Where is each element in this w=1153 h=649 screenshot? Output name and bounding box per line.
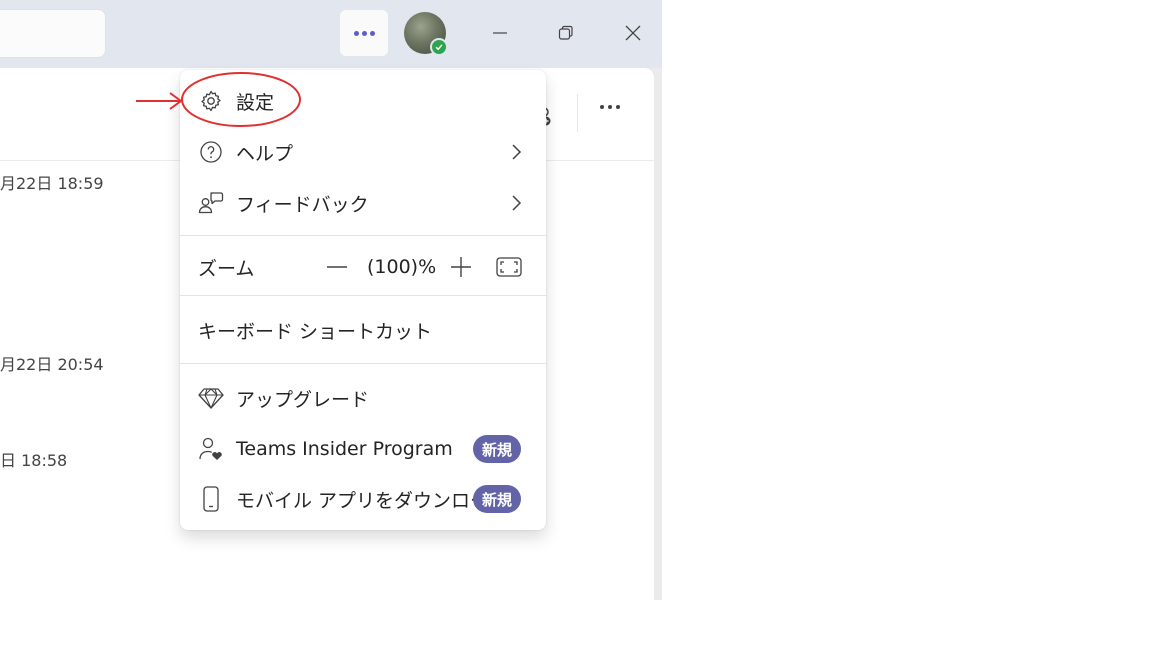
more-options-button[interactable] — [340, 10, 388, 56]
presence-available-icon — [430, 38, 448, 56]
zoom-out-button[interactable] — [324, 254, 350, 280]
menu-item-label: ヘルプ — [236, 142, 294, 165]
menu-item-upgrade[interactable]: アップグレード — [180, 383, 546, 413]
chevron-right-icon — [506, 193, 526, 213]
zoom-level: (100)% — [367, 256, 437, 278]
menu-item-keyboard-shortcuts[interactable]: キーボード ショートカット — [180, 315, 546, 345]
annotation-ellipse — [181, 72, 301, 127]
restore-button[interactable] — [551, 18, 581, 48]
user-avatar[interactable] — [404, 12, 448, 56]
fit-to-screen-icon — [496, 257, 522, 277]
phone-icon — [198, 486, 224, 512]
zoom-row: ズーム (100)% — [180, 252, 546, 282]
close-icon — [625, 25, 641, 41]
header-divider — [577, 94, 578, 132]
menu-item-label: フィードバック — [236, 193, 369, 216]
new-badge: 新規 — [473, 485, 522, 513]
menu-item-label: モバイル アプリをダウンロード — [236, 489, 509, 512]
menu-item-download-mobile-app[interactable]: モバイル アプリをダウンロード 新規 — [180, 484, 546, 514]
plus-icon — [451, 257, 471, 277]
settings-and-more-menu: 設定 ヘルプ フィードバック ズーム (100)% キーボード ショートカット … — [180, 70, 546, 530]
menu-item-label: Teams Insider Program — [236, 438, 453, 460]
menu-divider — [180, 363, 546, 364]
menu-item-teams-insider[interactable]: Teams Insider Program 新規 — [180, 434, 546, 464]
message-timestamp: 月22日 20:54 — [0, 355, 104, 374]
menu-item-label: キーボード ショートカット — [198, 320, 433, 343]
message-timestamp: 日 18:58 — [0, 451, 68, 470]
menu-divider — [180, 295, 546, 296]
title-bar — [0, 0, 662, 68]
annotation-arrow-icon — [136, 92, 183, 110]
help-circle-icon — [198, 139, 224, 165]
zoom-fit-button[interactable] — [495, 254, 523, 280]
zoom-label: ズーム — [198, 257, 255, 280]
menu-item-feedback[interactable]: フィードバック — [180, 188, 546, 218]
teams-window: 月22日 18:59 月22日 20:54 日 18:58 設定 ヘルプ フィー… — [0, 0, 662, 600]
chevron-right-icon — [506, 142, 526, 162]
close-button[interactable] — [618, 18, 648, 48]
diamond-icon — [198, 385, 224, 411]
menu-item-help[interactable]: ヘルプ — [180, 137, 546, 167]
new-badge: 新規 — [473, 435, 522, 463]
minimize-icon — [493, 32, 507, 34]
chat-more-options-icon[interactable] — [600, 105, 620, 109]
person-heart-icon — [198, 436, 224, 462]
menu-divider — [180, 235, 546, 236]
feedback-icon — [198, 190, 224, 216]
message-timestamp: 月22日 18:59 — [0, 174, 104, 193]
more-horizontal-icon — [353, 30, 375, 36]
zoom-in-button[interactable] — [448, 254, 474, 280]
search-box[interactable] — [0, 9, 106, 58]
minus-icon — [327, 266, 347, 268]
menu-item-label: アップグレード — [236, 388, 370, 411]
restore-icon — [558, 25, 573, 40]
minimize-button[interactable] — [485, 18, 515, 48]
